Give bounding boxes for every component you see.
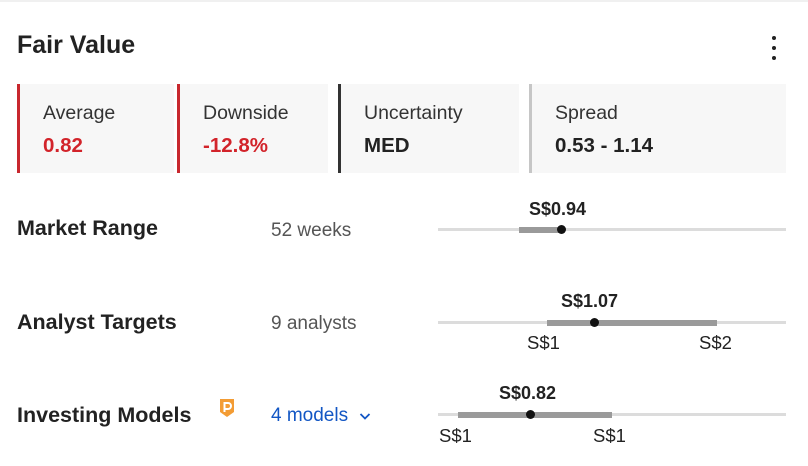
market-range-track [438, 228, 786, 231]
market-range-price: S$0.94 [529, 199, 587, 219]
top-divider [0, 0, 808, 2]
investing-models-label: Investing Models [17, 403, 192, 427]
downside-value: -12.8% [203, 134, 268, 157]
investing-models-high: S$1 [593, 425, 626, 446]
market-range-marker [557, 225, 566, 234]
market-range-period: 52 weeks [271, 220, 352, 241]
market-range-label: Market Range [17, 216, 158, 240]
uncertainty-card: Uncertainty MED [338, 84, 519, 173]
analyst-targets-high: S$2 [699, 332, 732, 353]
analyst-targets-price: S$1.07 [561, 291, 619, 311]
analyst-count: 9 analysts [271, 313, 357, 334]
investing-models-low: S$1 [439, 425, 472, 446]
analyst-targets-marker [590, 318, 599, 327]
chevron-down-icon [360, 413, 371, 420]
downside-card: Downside -12.8% [177, 84, 328, 173]
section-title: Fair Value [17, 31, 136, 59]
analyst-targets-segment [547, 320, 717, 326]
investing-models-segment [458, 412, 612, 418]
pro-badge-icon [220, 399, 234, 417]
spread-card: Spread 0.53 - 1.14 [529, 84, 786, 173]
downside-label: Downside [203, 102, 289, 124]
models-dropdown[interactable]: 4 models [271, 405, 371, 427]
analyst-targets-low: S$1 [527, 332, 560, 353]
average-value: 0.82 [43, 134, 83, 157]
spread-label: Spread [555, 102, 618, 124]
more-vertical-icon[interactable] [764, 36, 784, 60]
average-label: Average [43, 102, 116, 124]
average-card: Average 0.82 [17, 84, 174, 173]
analyst-targets-label: Analyst Targets [17, 310, 177, 334]
uncertainty-label: Uncertainty [364, 102, 463, 124]
spread-value: 0.53 - 1.14 [555, 134, 654, 157]
investing-models-marker [526, 410, 535, 419]
models-count: 4 models [271, 405, 349, 426]
uncertainty-value: MED [364, 134, 410, 157]
market-range-segment [519, 227, 562, 233]
investing-models-price: S$0.82 [499, 383, 557, 403]
